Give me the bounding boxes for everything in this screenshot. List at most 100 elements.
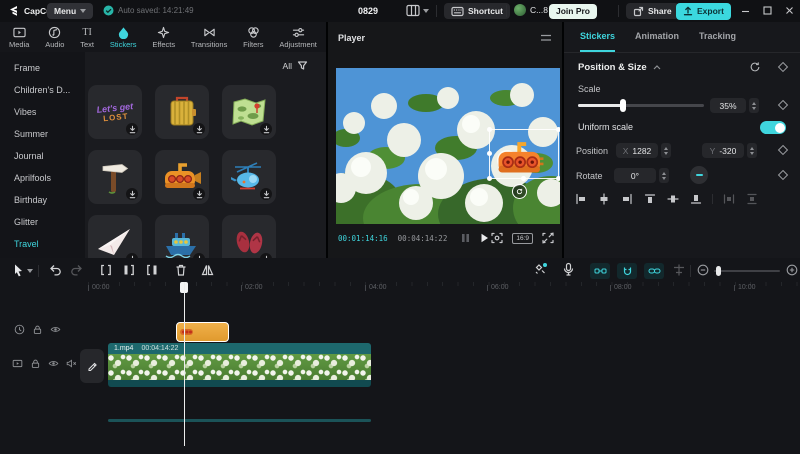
menu-button[interactable]: Menu	[47, 3, 93, 19]
link-clips-toggle[interactable]	[590, 263, 610, 279]
tab-tracking[interactable]: Tracking	[699, 22, 736, 52]
keyframe-diamond-icon[interactable]	[777, 99, 789, 111]
resize-handle[interactable]	[521, 176, 526, 181]
sidebar-item-summer[interactable]: Summer	[0, 123, 85, 145]
sidebar-item-birthday[interactable]: Birthday	[0, 189, 85, 211]
scale-stepper[interactable]	[749, 98, 759, 113]
join-pro-button[interactable]: Join Pro	[549, 4, 597, 19]
filter-icon[interactable]	[297, 60, 308, 71]
delete-right-button[interactable]	[145, 263, 159, 277]
track-duration-icon[interactable]	[14, 324, 25, 335]
download-badge[interactable]	[260, 188, 272, 200]
fit-preview-icon[interactable]	[491, 232, 503, 244]
tab-filters[interactable]: Filters	[243, 22, 263, 52]
sidebar-item-aprilfools[interactable]: Aprilfools	[0, 167, 85, 189]
position-x-stepper[interactable]	[661, 143, 671, 158]
shortcut-button[interactable]: Shortcut	[444, 3, 510, 19]
tab-text[interactable]: TI Text	[80, 22, 94, 52]
reset-icon[interactable]	[749, 61, 761, 73]
sticker-signpost[interactable]	[88, 150, 142, 204]
stepper-up-icon[interactable]	[752, 102, 756, 105]
hide-track-icon[interactable]	[50, 324, 61, 335]
record-voiceover-icon[interactable]	[562, 262, 575, 277]
sticker-lets-get-lost[interactable]: Let's get LOST	[88, 85, 142, 139]
sidebar-item-vibes[interactable]: Vibes	[0, 101, 85, 123]
select-tool-button[interactable]	[12, 263, 25, 278]
scale-value-field[interactable]: 35%	[710, 98, 746, 113]
align-bottom-button[interactable]	[689, 192, 703, 206]
magnet-snap-toggle[interactable]	[617, 263, 637, 279]
align-top-button[interactable]	[643, 192, 657, 206]
video-canvas[interactable]	[336, 68, 560, 224]
align-center-horizontal-button[interactable]	[597, 192, 611, 206]
pause-icon[interactable]	[461, 233, 470, 243]
rotate-stepper[interactable]	[659, 168, 669, 183]
zoom-out-icon[interactable]	[697, 264, 709, 276]
keyframe-diamond-icon[interactable]	[777, 169, 789, 181]
resize-handle[interactable]	[487, 151, 492, 156]
tab-adjustment[interactable]: Adjustment	[279, 22, 317, 52]
rotate-dial[interactable]	[690, 166, 708, 184]
tab-audio[interactable]: Audio	[45, 22, 64, 52]
position-y-stepper[interactable]	[747, 143, 757, 158]
sticker-paper-plane[interactable]	[88, 215, 142, 258]
auto-link-toggle[interactable]	[644, 263, 664, 279]
sidebar-item-frame[interactable]: Frame	[0, 57, 85, 79]
split-button[interactable]	[99, 263, 113, 277]
play-button[interactable]	[480, 233, 489, 243]
track-cover-icon[interactable]	[12, 358, 23, 369]
maximize-button[interactable]	[763, 6, 772, 15]
delete-button[interactable]	[174, 263, 188, 277]
zoom-in-icon[interactable]	[786, 264, 798, 276]
timeline-zoom-slider[interactable]	[714, 270, 780, 272]
collapsed-track[interactable]	[108, 419, 371, 422]
uniform-scale-toggle[interactable]	[760, 121, 786, 134]
sticker-flip-flops[interactable]	[222, 215, 276, 258]
align-center-vertical-button[interactable]	[666, 192, 680, 206]
resize-handle[interactable]	[487, 176, 492, 181]
download-badge[interactable]	[126, 188, 138, 200]
lock-track-icon[interactable]	[32, 324, 43, 335]
position-y-field[interactable]: Y -320	[702, 143, 744, 158]
share-button[interactable]: Share	[626, 3, 679, 19]
undo-button[interactable]	[48, 263, 62, 277]
sticker-suitcase[interactable]	[155, 85, 209, 139]
submarine-overlay-sticker[interactable]	[493, 138, 549, 176]
sidebar-item-travel[interactable]: Travel	[0, 233, 85, 255]
rotate-value-field[interactable]: 0°	[614, 168, 656, 183]
edit-clip-button[interactable]	[80, 349, 104, 383]
delete-left-button[interactable]	[122, 263, 136, 277]
keyframe-diamond-icon[interactable]	[777, 61, 789, 73]
rotate-handle[interactable]	[512, 184, 527, 199]
resize-handle[interactable]	[556, 176, 560, 181]
sidebar-item-glitter[interactable]: Glitter	[0, 211, 85, 233]
layout-switch-button[interactable]	[406, 4, 429, 17]
video-clip[interactable]: 1.mp4 00:04:14:22	[108, 343, 371, 387]
tab-effects[interactable]: Effects	[152, 22, 175, 52]
tab-transitions[interactable]: Transitions	[191, 22, 227, 52]
align-right-button[interactable]	[620, 192, 634, 206]
account-button[interactable]: C...8	[514, 4, 548, 16]
redo-button[interactable]	[70, 263, 84, 277]
mirror-button[interactable]	[200, 263, 215, 277]
sticker-submarine[interactable]	[155, 150, 209, 204]
tab-stickers[interactable]: Stickers	[110, 22, 137, 52]
aspect-ratio-button[interactable]: 16:9	[512, 233, 533, 244]
sidebar-item-journal[interactable]: Journal	[0, 145, 85, 167]
hide-track-icon[interactable]	[48, 358, 59, 369]
fullscreen-icon[interactable]	[542, 232, 554, 244]
mute-track-icon[interactable]	[66, 358, 77, 369]
download-badge[interactable]	[193, 123, 205, 135]
tab-stickers-settings[interactable]: Stickers	[580, 22, 615, 52]
sticker-helicopter[interactable]	[222, 150, 276, 204]
resize-handle[interactable]	[556, 127, 560, 132]
filter-all-label[interactable]: All	[283, 61, 292, 71]
preview-axis-icon[interactable]	[672, 263, 686, 277]
zoom-slider-handle[interactable]	[716, 266, 721, 276]
align-left-button[interactable]	[574, 192, 588, 206]
download-badge[interactable]	[260, 123, 272, 135]
sticker-ship[interactable]	[155, 215, 209, 258]
tab-animation[interactable]: Animation	[635, 22, 679, 52]
resize-handle[interactable]	[487, 127, 492, 132]
keyframe-diamond-icon[interactable]	[777, 144, 789, 156]
